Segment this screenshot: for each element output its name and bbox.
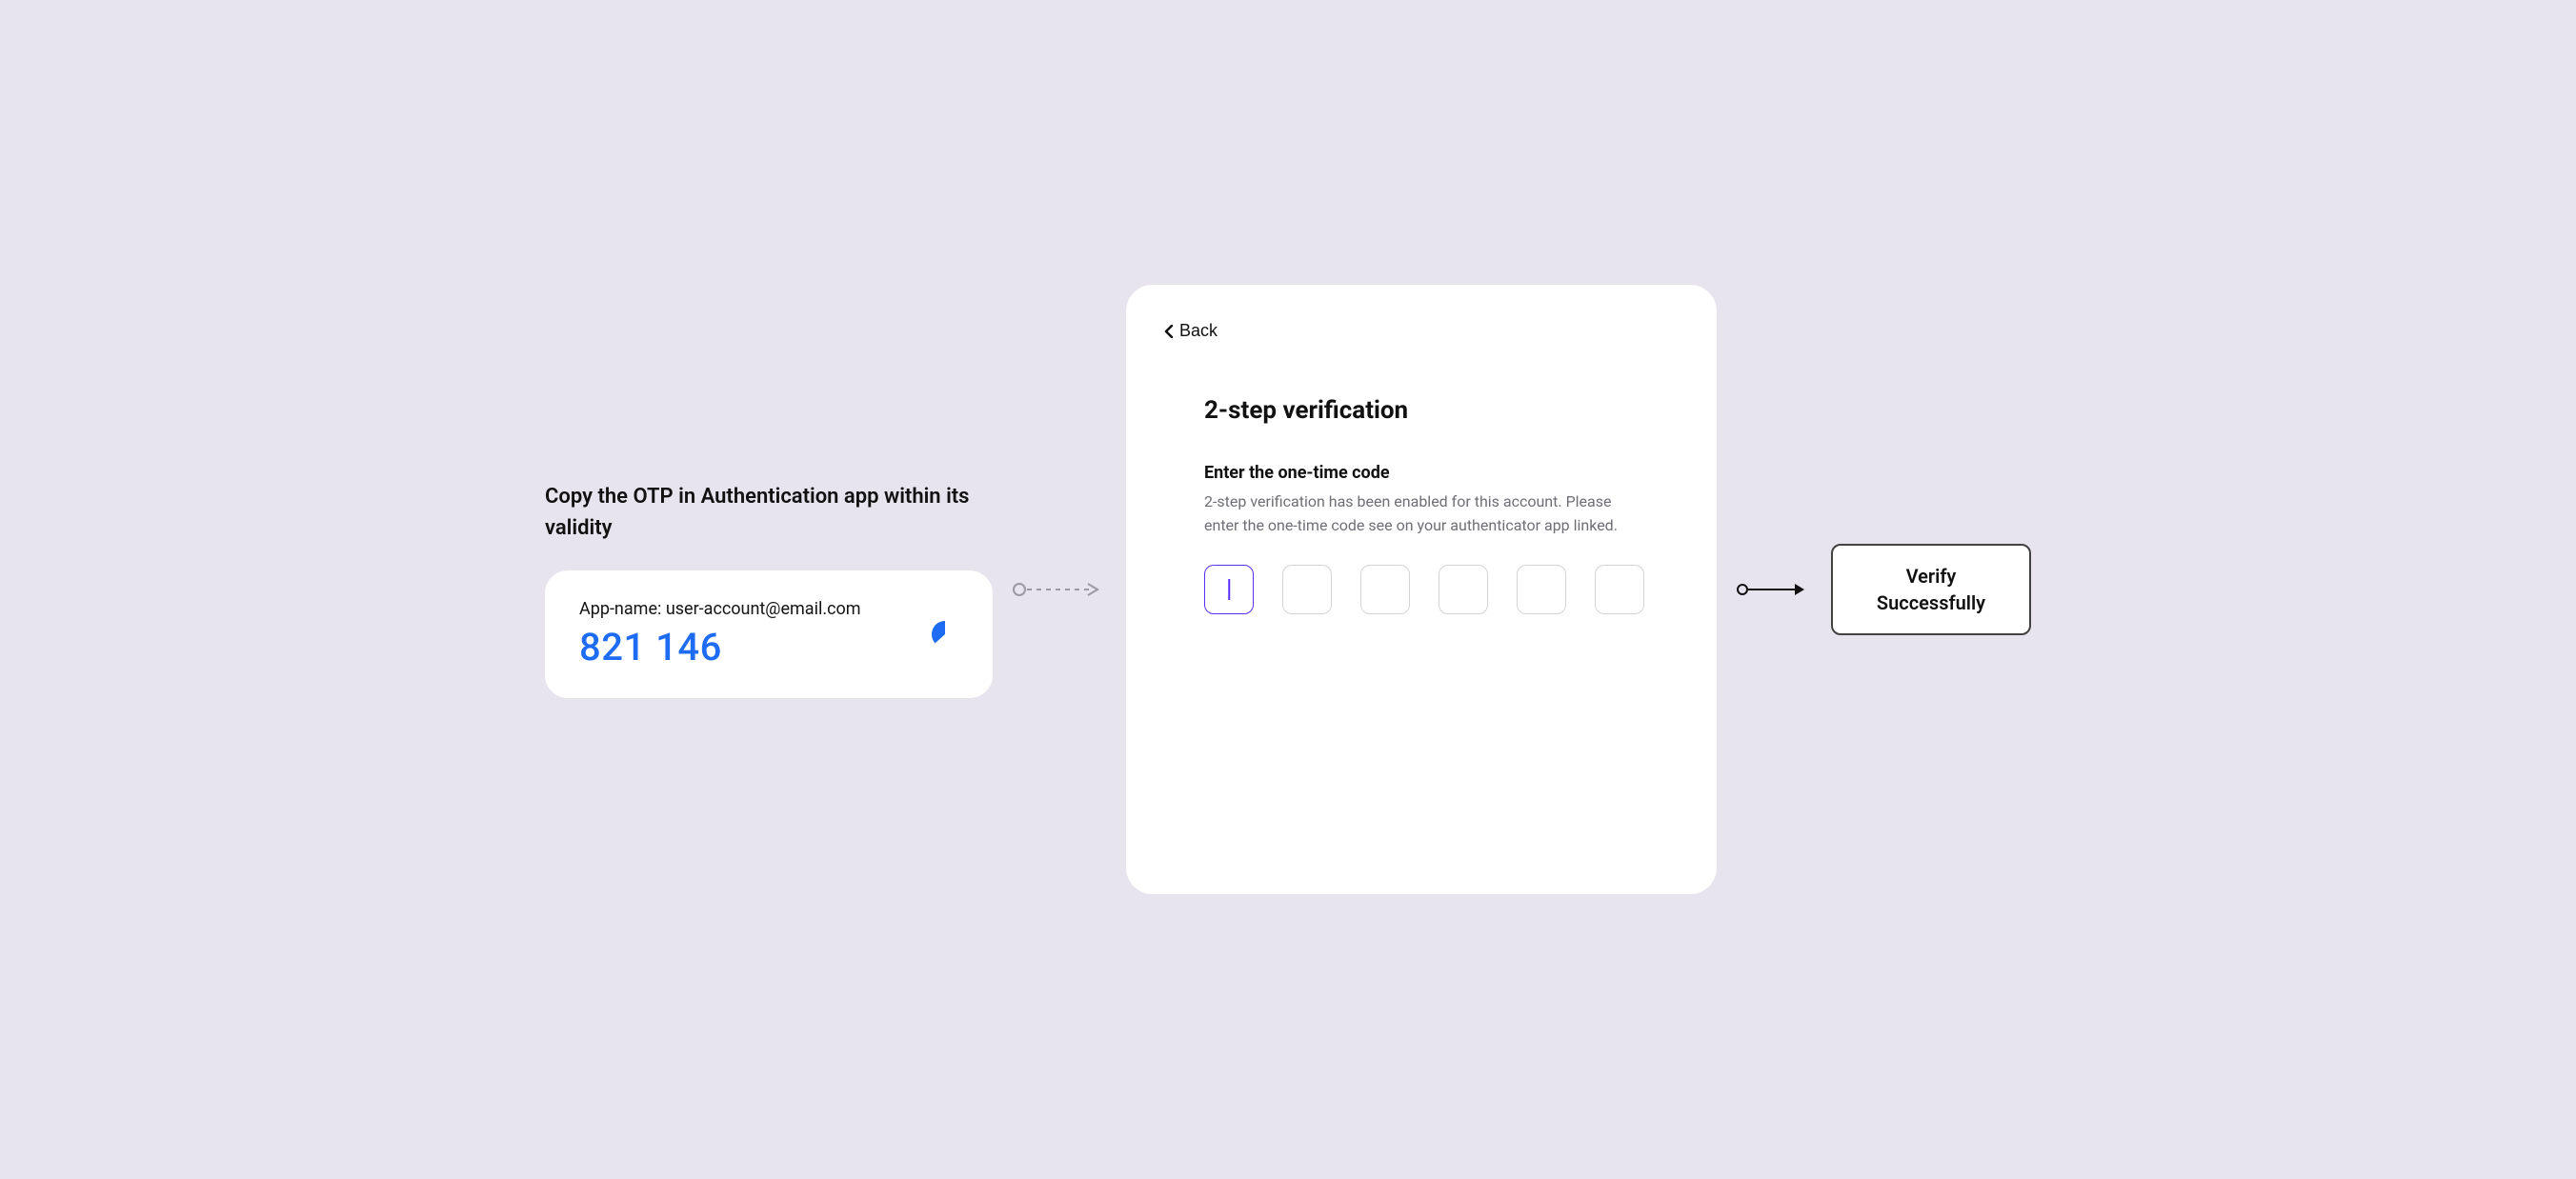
timer-icon [932,621,958,648]
back-button[interactable]: Back [1164,319,1218,343]
flow-arrow-solid [1736,580,1812,599]
text-cursor [1228,579,1230,600]
otp-digit-input[interactable] [1439,565,1488,614]
auth-app-section: Copy the OTP in Authentication app withi… [545,481,993,698]
otp-entry-subheading: Enter the one-time code [1204,463,1639,483]
otp-digit-input[interactable] [1517,565,1566,614]
result-line-2: Successfully [1860,590,2002,616]
result-badge: Verify Successfully [1831,544,2031,635]
flow-arrow-dashed [1012,580,1107,599]
instruction-text: Copy the OTP in Authentication app withi… [545,481,993,544]
verification-panel: Back 2-step verification Enter the one-t… [1126,285,1717,894]
otp-account-label: App-name: user-account@email.com [579,599,861,619]
otp-code-value: 821 146 [579,625,861,669]
otp-input-group [1204,565,1639,614]
otp-entry-description: 2-step verification has been enabled for… [1204,490,1639,538]
chevron-left-icon [1164,325,1174,338]
otp-card: App-name: user-account@email.com 821 146 [545,570,993,698]
result-line-1: Verify [1860,563,2002,590]
otp-card-text: App-name: user-account@email.com 821 146 [579,599,861,669]
otp-digit-input[interactable] [1595,565,1644,614]
otp-digit-input[interactable] [1282,565,1332,614]
verification-title: 2-step verification [1204,396,1639,425]
back-label: Back [1179,321,1218,341]
otp-digit-input[interactable] [1360,565,1410,614]
